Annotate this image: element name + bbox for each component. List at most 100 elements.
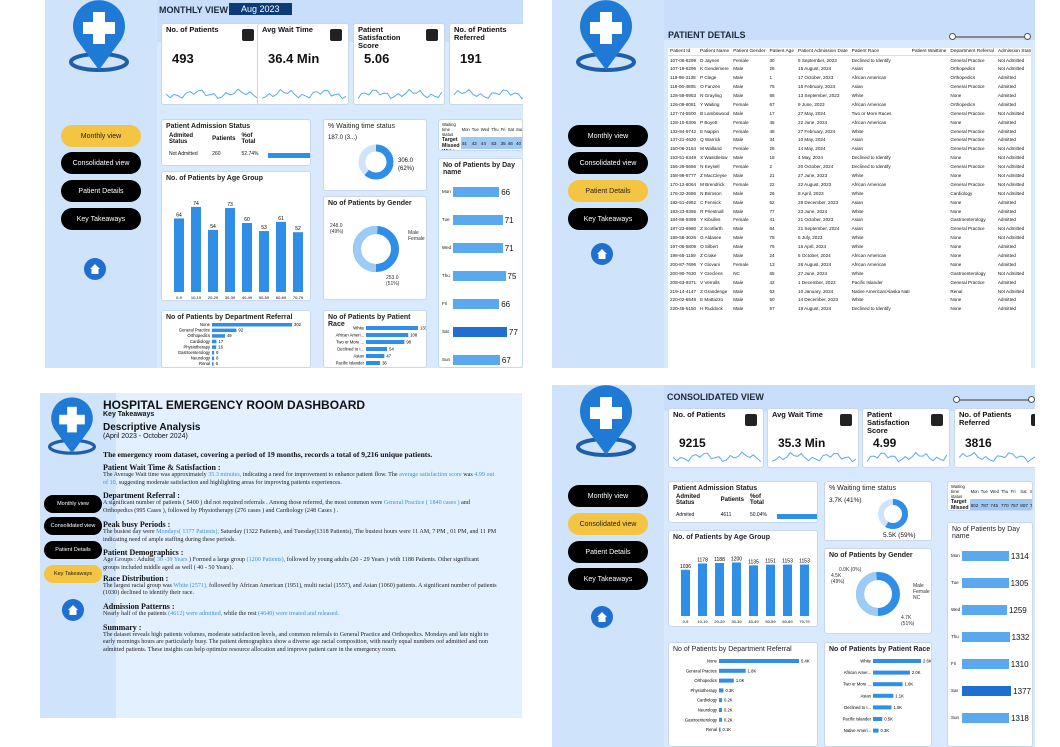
nav-key-takeaways[interactable]: Key Takeaways [568,208,648,230]
table-cell [910,189,949,198]
table-row[interactable]: 220-02-8548 E Mattazzo Male 50 14 December, … [668,296,1031,305]
table-cell: 27 June, 2023 [798,173,828,179]
dept-value-label: 302 [294,322,302,327]
table-cell: Male [733,110,744,116]
table-row[interactable]: 200-90-7630 Y Greclens NC 65 27 June, 2024 Wh… [668,269,1031,278]
column-header[interactable]: Patient Admission Date [796,48,850,56]
table-cell: 176-32-3686 [670,190,697,196]
nav-consolidated-view[interactable]: Consolidated view [44,517,102,535]
nav-key-takeaways[interactable]: Key Takeaways [568,568,648,590]
table-cell: 20 October, 2024 [798,164,834,170]
table-row[interactable]: 182-51-4962 C Fennick Male 52 29 December, 2… [668,198,1031,207]
age-tick-label: 10-19 [697,619,708,624]
date-slider[interactable] [953,396,1035,403]
table-row[interactable]: 107-06-8299 D Jaynes Female 30 5 September, … [668,56,1031,65]
analysis-period: (April 2023 - October 2024) [103,433,188,440]
table-cell [910,136,949,145]
main-area: PATIENT DETAILS Patient Id Patient Name Pa… [664,0,1035,368]
kpi-card: Avg Wait Time 35.3 Min [767,408,859,468]
home-button[interactable] [591,243,613,265]
table-row[interactable]: 189-58-3026 G Aldasee Male 78 5 July, 2023 Wh… [668,233,1031,242]
table-cell: Orthopedics [950,75,976,81]
table-row[interactable]: 128-58-8953 N Grayling Male 68 13 September,… [668,91,1031,100]
table-cell: Admitted [997,128,1016,134]
nav-monthly-view[interactable]: Monthly view [44,495,102,513]
day-label: Wed [951,607,961,612]
table-cell: General Practice [950,128,985,134]
nav-patient-details[interactable]: Patient Details [568,541,648,563]
nav-consolidated-view[interactable]: Consolidated view [568,152,648,174]
admission-table: Admited Status Patients %of Total Not Admit… [166,133,310,165]
nav-monthly-view[interactable]: Monthly view [568,125,648,147]
table-row[interactable]: 128-10-6306 P Boyett Female 45 22 June, 2024… [668,118,1031,127]
race-cat-label: Native Ameri... [844,728,871,733]
gender-label-bp: (49%) [831,579,845,585]
column-header[interactable]: Admission Status [995,48,1031,56]
table-row[interactable]: 220-45-5150 H Ruddock Male 57 18 August, 202… [668,304,1031,313]
kpi-value: 5.06 [364,51,390,67]
dept-bar [212,334,225,338]
table-row[interactable]: 183-23-8355 R Priestnall Male 77 23 June, 20… [668,207,1031,216]
column-header[interactable]: Patient Race [849,48,910,56]
column-header[interactable]: Patient Gender [731,48,768,56]
table-cell: Y Kibulles [700,217,721,223]
month-selector[interactable]: Aug 2023 [229,3,292,15]
table-cell: 107-19-6296 [670,66,697,72]
table-row[interactable]: 197-06-5809 O Silbert Male 76 16 April, 2024… [668,242,1031,251]
table-row[interactable]: 107-19-6296 K Gendemere Male 28 15 August, 2… [668,64,1031,73]
date-slider[interactable] [949,33,1031,40]
column-header[interactable]: Patient Id [668,48,699,56]
home-button[interactable] [84,258,106,280]
table-row[interactable]: 156-26-5666 N Keysell Female 2 20 October, 2… [668,162,1031,171]
dept-bar [212,345,217,349]
column-header[interactable]: Department Referral [948,48,996,56]
table-row[interactable]: 187-23-6980 Z Scotfarth Male 64 21 September… [668,224,1031,233]
column-header[interactable]: Patient Waittime [909,48,949,56]
table-row[interactable]: 127-74-5500 B Lambswood Male 17 27 May, 2024… [668,109,1031,118]
nav-monthly-view[interactable]: Monthly view [61,125,141,147]
table-row[interactable]: 219-14-4147 Z Grandenge Male 63 10 January, … [668,287,1031,296]
table-row[interactable]: 170-12-8064 M Brendrick Female 22 22 August,… [668,180,1031,189]
table-row[interactable]: 119-98-3138 P Clege Male 1 17 October, 2023 A… [668,73,1031,82]
table-row[interactable]: 119-06-4805 O Fanzen Male 75 15 February, 20… [668,82,1031,91]
table-row[interactable]: 158-96-8777 Z MacCleyse Male 21 27 June, 202… [668,171,1031,180]
nav-consolidated-view[interactable]: Consolidated view [61,152,141,174]
table-row[interactable]: 126-09-8081 Y Waiting Female 67 9 June, 2023… [668,100,1031,109]
nav-monthly-view[interactable]: Monthly view [568,485,648,507]
table-row[interactable]: 208-63-9371 V Verralls Male 42 1 December, 2… [668,278,1031,287]
kpi-sparkline [673,451,761,463]
day-value-label: 1259 [1008,606,1027,615]
nav-patient-details[interactable]: Patient Details [568,180,648,202]
age-tick-label: 10-19 [191,295,202,300]
table-row[interactable]: 153-51-6349 X Wasstlelow Male 18 4 May, 2024… [668,153,1031,162]
day-bar [453,271,506,281]
column-header[interactable]: Patient Age [767,48,797,56]
table-row[interactable]: 137-21-4620 Q Warrick Male 34 10 May, 2024 As… [668,136,1031,145]
table-cell: 198-65-1159 [670,253,696,259]
table-cell: R Priestnall [700,208,724,214]
nav-key-takeaways[interactable]: Key Takeaways [61,208,141,230]
table-row[interactable]: 198-65-1159 Z Crake Male 24 5 October, 2024 A… [668,251,1031,260]
home-button[interactable] [591,606,613,628]
nav-patient-details[interactable]: Patient Details [61,180,141,202]
table-row[interactable]: 184-86-9369 Y Kibulles Female 41 21 October,… [668,216,1031,225]
table-row[interactable]: 132-94-9742 E Nappin Female 48 27 February, … [668,127,1031,136]
table-cell: Not Admitted [997,146,1025,152]
table-row[interactable]: 200-87-7696 Y Giovani Female 13 26 August, 2… [668,260,1031,269]
table-cell: 1 [769,75,773,81]
table-cell: Gastroenterology [950,217,986,223]
table-row[interactable]: 150-06-2164 M Walland Female 28 14 May, 2024… [668,144,1031,153]
table-cell: 197-06-5809 [670,244,697,250]
home-button[interactable] [62,599,84,621]
nav-consolidated-view[interactable]: Consolidated view [568,513,648,535]
nav-key-takeaways[interactable]: Key Takeaways [44,565,102,583]
table-row[interactable]: 176-32-3686 N Brimson Male 26 8 April, 2023 W… [668,189,1031,198]
day-value-label: 71 [504,244,514,253]
nav-patient-details[interactable]: Patient Details [44,541,102,559]
column-header[interactable]: Patient Name [698,48,732,56]
s4-text: Age Groups : Adults( 30 -39 Years ) Form… [103,557,479,571]
dept-value-label: 16 [218,344,223,349]
day-label: Tue [951,580,959,585]
table-cell: Not Admitted [997,66,1025,72]
table-cell: NC [733,270,740,276]
